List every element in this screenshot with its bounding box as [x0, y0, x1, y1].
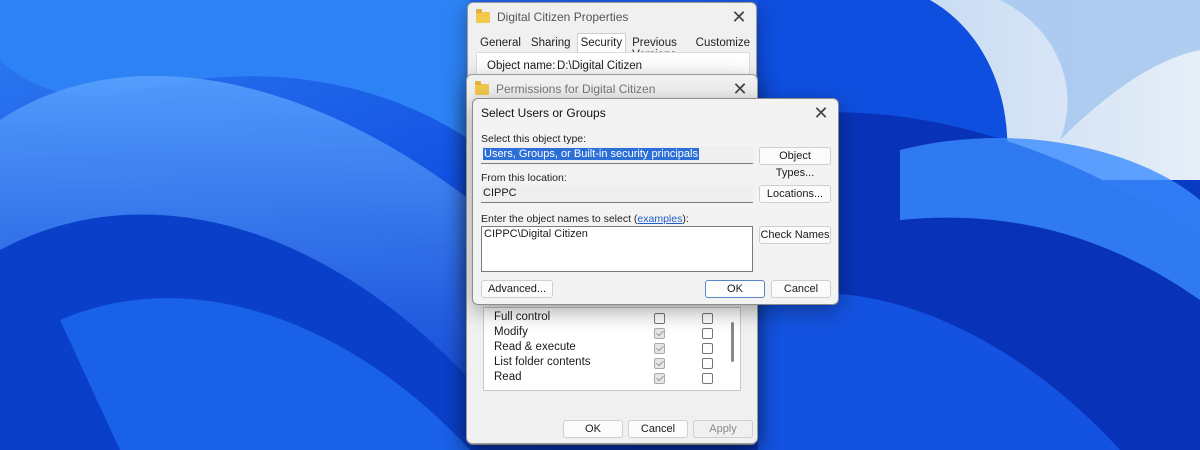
deny-checkbox[interactable] — [702, 373, 713, 384]
permission-row: Read — [484, 371, 722, 386]
object-name-label: Object name: — [487, 60, 556, 72]
permission-name: Modify — [494, 326, 528, 338]
folder-icon — [476, 8, 490, 23]
deny-checkbox[interactable] — [702, 313, 713, 324]
permission-row: List folder contents — [484, 356, 722, 371]
object-names-input[interactable]: CIPPC\Digital Citizen — [481, 226, 753, 272]
permission-row: Modify — [484, 326, 722, 341]
permissions-scrollbar[interactable] — [731, 322, 734, 362]
properties-tabs: General Sharing Security Previous Versio… — [476, 33, 756, 61]
location-value: CIPPC — [483, 187, 517, 199]
object-names-label: Enter the object names to select (exampl… — [481, 213, 689, 225]
properties-title: Digital Citizen Properties — [497, 10, 629, 24]
tab-general[interactable]: General — [476, 33, 525, 53]
allow-checkbox[interactable] — [654, 373, 665, 384]
deny-checkbox[interactable] — [702, 343, 713, 354]
cancel-button[interactable]: Cancel — [628, 420, 688, 438]
allow-checkbox[interactable] — [654, 343, 665, 354]
ok-button[interactable]: OK — [705, 280, 765, 298]
select-dialog-titlebar[interactable]: Select Users or Groups ✕ — [473, 99, 838, 127]
permission-name: Full control — [494, 311, 551, 323]
allow-checkbox[interactable] — [654, 358, 665, 369]
select-users-dialog: Select Users or Groups ✕ Select this obj… — [472, 98, 839, 305]
close-icon[interactable]: ✕ — [726, 4, 752, 30]
tab-previous-versions[interactable]: Previous Versions — [628, 33, 690, 61]
permission-row: Read & execute — [484, 341, 722, 356]
tab-sharing[interactable]: Sharing — [527, 33, 575, 53]
ok-button[interactable]: OK — [563, 420, 623, 438]
permission-name: Read — [494, 371, 522, 383]
deny-checkbox[interactable] — [702, 328, 713, 339]
locations-button[interactable]: Locations... — [759, 185, 831, 203]
permission-name: List folder contents — [494, 356, 591, 368]
permissions-title: Permissions for Digital Citizen — [496, 82, 656, 96]
object-type-value: Users, Groups, or Built-in security prin… — [483, 148, 699, 160]
object-name-value: D:\Digital Citizen — [557, 60, 642, 72]
cancel-button[interactable]: Cancel — [771, 280, 831, 298]
permission-name: Read & execute — [494, 341, 576, 353]
allow-checkbox[interactable] — [654, 328, 665, 339]
advanced-button[interactable]: Advanced... — [481, 280, 553, 298]
permissions-list: Full control Modify Read & execute List … — [483, 307, 741, 391]
close-icon[interactable]: ✕ — [808, 100, 834, 126]
folder-icon — [475, 80, 489, 95]
location-field: CIPPC — [481, 185, 753, 203]
check-names-button[interactable]: Check Names — [759, 226, 831, 244]
apply-button[interactable]: Apply — [693, 420, 753, 438]
properties-titlebar[interactable]: Digital Citizen Properties ✕ — [468, 3, 756, 31]
examples-link[interactable]: examples — [637, 213, 682, 225]
object-types-button[interactable]: Object Types... — [759, 147, 831, 179]
deny-checkbox[interactable] — [702, 358, 713, 369]
allow-checkbox[interactable] — [654, 313, 665, 324]
location-label: From this location: — [481, 172, 567, 184]
object-names-value: CIPPC\Digital Citizen — [484, 228, 588, 240]
tab-customize[interactable]: Customize — [692, 33, 754, 53]
select-dialog-title: Select Users or Groups — [481, 106, 606, 120]
tab-security[interactable]: Security — [576, 33, 627, 53]
object-type-label: Select this object type: — [481, 133, 587, 145]
permission-row: Full control — [484, 311, 722, 326]
object-type-field[interactable]: Users, Groups, or Built-in security prin… — [481, 146, 753, 164]
